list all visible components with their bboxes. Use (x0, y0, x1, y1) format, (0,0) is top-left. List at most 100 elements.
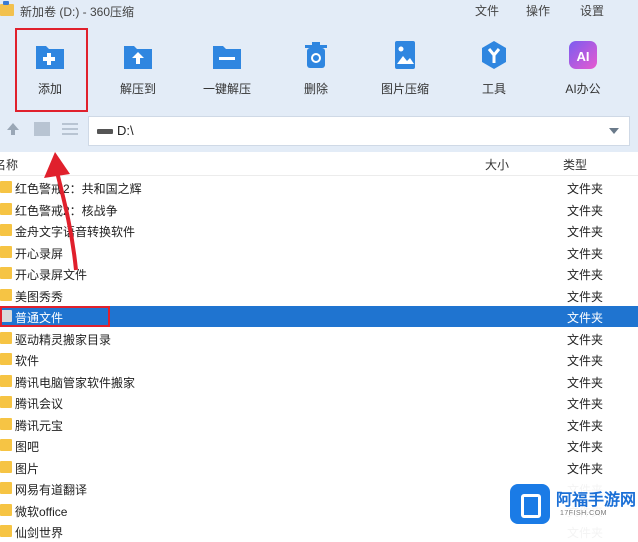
selected-file-annotation-box (0, 306, 110, 327)
file-name: 仙剑世界 (15, 526, 64, 540)
title-bar: 新加卷 (D:) - 360压缩 文件 操作 设置 (0, 0, 638, 22)
extract-to-label: 解压到 (119, 82, 156, 96)
file-row[interactable]: 腾讯电脑管家软件搬家 文件夹 (0, 371, 638, 392)
watermark-logo-icon (510, 484, 550, 524)
file-name: 驱动精灵搬家目录 (15, 332, 112, 347)
ai-office-icon: AI (566, 38, 600, 72)
file-type: 文件夹 (567, 311, 604, 325)
extract-to-button[interactable]: 解压到 (93, 22, 183, 112)
file-row[interactable]: 软件 文件夹 (0, 349, 638, 370)
file-row[interactable]: 驱动精灵搬家目录 文件夹 (0, 328, 638, 349)
one-click-extract-label: 一键解压 (202, 82, 251, 96)
file-row[interactable]: 图片 文件夹 (0, 457, 638, 478)
delete-label: 删除 (303, 82, 328, 96)
file-name: 红色警戒2：共和国之辉 (15, 182, 142, 196)
folder-icon (0, 482, 12, 494)
file-type: 文件夹 (567, 375, 604, 390)
folder-icon (0, 267, 12, 279)
extract-icon (121, 38, 155, 72)
file-row[interactable]: 腾讯会议 文件夹 (0, 392, 638, 413)
image-compress-button[interactable]: 图片压缩 (360, 22, 450, 112)
drive-icon (97, 129, 113, 134)
file-name: 红色警戒2：核战争 (15, 203, 118, 218)
file-type: 文件夹 (567, 225, 604, 239)
file-type: 文件夹 (567, 354, 604, 368)
file-name: 美图秀秀 (15, 289, 64, 304)
watermark-name: 阿福手游网 (556, 492, 637, 509)
address-path: D:\ (117, 123, 134, 138)
folder-icon (0, 396, 12, 408)
folder-icon (0, 503, 12, 516)
delete-button[interactable]: 删除 (271, 22, 361, 112)
column-size[interactable]: 大小 (485, 156, 509, 173)
delete-icon (299, 38, 333, 72)
list-view-icon[interactable] (62, 122, 78, 136)
file-type: 文件夹 (567, 440, 604, 454)
file-row[interactable]: 图吧 文件夹 (0, 435, 638, 456)
toolbar: 添加 解压到 一键解压 删除 图片压缩 工具 AI AI办公 (0, 22, 638, 112)
menu-file[interactable]: 文件 (475, 2, 499, 19)
file-name: 腾讯元宝 (15, 418, 64, 433)
file-row[interactable]: 开心录屏 文件夹 (0, 242, 638, 263)
ai-office-button[interactable]: AI AI办公 (538, 22, 628, 112)
file-row[interactable]: 美图秀秀 文件夹 (0, 285, 638, 306)
folder-icon (0, 245, 12, 258)
folder-icon (0, 353, 12, 365)
folder-icon (0, 288, 12, 301)
folder-icon (0, 439, 12, 451)
folder-icon (0, 374, 12, 387)
one-click-extract-button[interactable]: 一键解压 (182, 22, 272, 112)
folder-icon (0, 181, 12, 193)
app-icon (0, 1, 14, 16)
folder-icon (0, 417, 12, 430)
folder-icon (0, 202, 12, 215)
file-type: 文件夹 (567, 203, 604, 218)
column-type[interactable]: 类型 (563, 156, 587, 173)
tools-button[interactable]: 工具 (449, 22, 539, 112)
folder-icon (0, 525, 12, 537)
file-type: 文件夹 (567, 268, 604, 282)
column-name[interactable]: 名称 (0, 156, 18, 173)
file-name: 图片 (15, 461, 40, 476)
file-row[interactable]: 红色警戒2：核战争 文件夹 (0, 199, 638, 220)
file-name: 网易有道翻译 (15, 483, 88, 497)
file-row[interactable]: 金舟文字语音转换软件 文件夹 (0, 220, 638, 241)
file-type: 文件夹 (567, 397, 604, 411)
file-name: 金舟文字语音转换软件 (15, 225, 136, 239)
folder-icon (0, 331, 12, 344)
folder-icon (0, 224, 12, 236)
thumbnail-view-icon[interactable] (34, 122, 50, 136)
file-type: 文件夹 (567, 289, 604, 304)
chevron-down-icon[interactable] (609, 128, 619, 134)
file-name: 腾讯会议 (15, 397, 64, 411)
svg-text:AI: AI (577, 49, 590, 64)
file-name: 腾讯电脑管家软件搬家 (15, 375, 136, 390)
add-button-annotation-box (15, 28, 88, 112)
watermark-badge: 阿福手游网 17FISH.COM (504, 478, 638, 542)
up-arrow-icon[interactable] (6, 122, 20, 136)
file-type: 文件夹 (567, 418, 604, 433)
folder-icon (0, 460, 12, 473)
file-row[interactable]: 红色警戒2：共和国之辉 文件夹 (0, 177, 638, 198)
file-row[interactable]: 开心录屏文件 文件夹 (0, 263, 638, 284)
image-compress-label: 图片压缩 (380, 82, 429, 96)
compressor-window: 新加卷 (D:) - 360压缩 文件 操作 设置 添加 解压到 一键解压 删除… (0, 0, 638, 542)
address-row: D:\ (0, 112, 638, 152)
file-name: 软件 (15, 354, 40, 368)
file-row[interactable]: 腾讯元宝 文件夹 (0, 414, 638, 435)
file-type: 文件夹 (567, 182, 604, 196)
file-name: 开心录屏文件 (15, 268, 88, 282)
file-type: 文件夹 (567, 246, 604, 261)
watermark-url: 17FISH.COM (560, 510, 608, 517)
image-compress-icon (388, 38, 422, 72)
address-bar[interactable]: D:\ (88, 116, 630, 146)
tools-icon (477, 38, 511, 72)
file-type: 文件夹 (567, 332, 604, 347)
file-name: 图吧 (15, 440, 40, 454)
file-name: 开心录屏 (15, 246, 64, 261)
one-click-extract-icon (210, 38, 244, 72)
file-type: 文件夹 (567, 461, 604, 476)
menu-settings[interactable]: 设置 (580, 2, 604, 19)
menu-operate[interactable]: 操作 (526, 2, 550, 19)
column-header: 名称 大小 类型 (0, 152, 638, 176)
